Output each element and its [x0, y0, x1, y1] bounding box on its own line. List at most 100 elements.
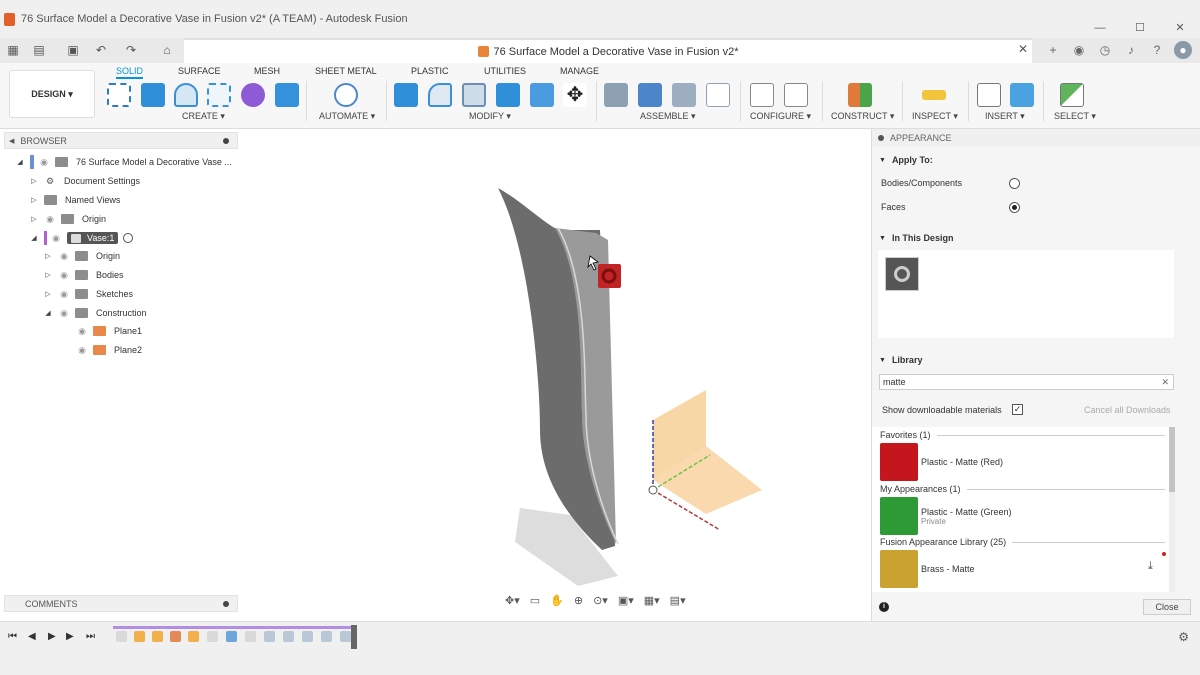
expanded-triangle-icon[interactable]: ◢: [44, 309, 52, 317]
tree-item-construction[interactable]: ◢ ◉ Construction: [44, 305, 147, 321]
design-appearance-thumbnail[interactable]: [885, 257, 919, 291]
bodies-components-radio[interactable]: [1009, 178, 1020, 189]
visibility-eye-icon[interactable]: ◉: [58, 270, 70, 280]
visibility-eye-icon[interactable]: ◉: [58, 289, 70, 299]
pan-hand-icon[interactable]: ✋: [550, 594, 564, 607]
tree-item-plane2[interactable]: ◉ Plane2: [76, 342, 142, 358]
go-to-end-icon[interactable]: ⏭: [86, 631, 95, 642]
box-primitive-icon[interactable]: [275, 83, 299, 107]
timeline-feature[interactable]: [170, 631, 181, 642]
scrollbar-thumb[interactable]: [1169, 427, 1175, 492]
timeline-surface-feature[interactable]: [340, 631, 351, 642]
file-menu-icon[interactable]: ▤: [32, 43, 46, 57]
tree-item-vase-origin[interactable]: ▷ ◉ Origin: [44, 248, 120, 264]
timeline-surface-feature[interactable]: [226, 631, 237, 642]
new-component-icon[interactable]: [604, 83, 628, 107]
select-group-label[interactable]: SELECT ▾: [1054, 111, 1096, 122]
faces-radio[interactable]: [1009, 202, 1020, 213]
close-window-button[interactable]: ✕: [1160, 0, 1200, 38]
insert-group-label[interactable]: INSERT ▾: [985, 111, 1025, 122]
timeline-sketch-feature[interactable]: [245, 631, 256, 642]
automate-group-label[interactable]: AUTOMATE ▾: [319, 111, 375, 122]
library-item-brass-matte[interactable]: Brass - Matte ⤓: [880, 550, 1166, 590]
create-group-label[interactable]: CREATE ▾: [182, 111, 225, 122]
visibility-eye-icon[interactable]: ◉: [76, 326, 88, 336]
joint-origin-icon[interactable]: [706, 83, 730, 107]
orbit-icon[interactable]: ✥▾: [505, 594, 520, 607]
move-copy-icon[interactable]: ✥: [563, 83, 587, 107]
insert-image-icon[interactable]: [1010, 83, 1034, 107]
appearance-header[interactable]: APPEARANCE: [872, 129, 1200, 146]
look-at-icon[interactable]: ▭: [530, 594, 540, 607]
help-icon[interactable]: ?: [1148, 41, 1166, 59]
tree-item-named-views[interactable]: ▷ Named Views: [30, 192, 120, 208]
expanded-triangle-icon[interactable]: ▼: [879, 357, 886, 364]
select-icon[interactable]: [1060, 83, 1084, 107]
close-button[interactable]: Close: [1143, 599, 1191, 615]
expanded-triangle-icon[interactable]: ▼: [879, 157, 886, 164]
tab-plastic[interactable]: PLASTIC: [411, 66, 449, 76]
collapsed-triangle-icon[interactable]: ▷: [30, 215, 38, 223]
in-this-design-section[interactable]: ▼ In This Design: [872, 233, 953, 243]
collapsed-triangle-icon[interactable]: ▷: [30, 196, 38, 204]
fusion-library-heading[interactable]: Fusion Appearance Library (25): [880, 537, 1165, 547]
maximize-button[interactable]: ☐: [1120, 0, 1160, 38]
zoom-icon[interactable]: ⊕: [574, 594, 583, 607]
browser-header[interactable]: ◀ BROWSER: [4, 132, 238, 149]
timeline-surface-feature[interactable]: [264, 631, 275, 642]
notifications-bell-icon[interactable]: ♪: [1122, 41, 1140, 59]
timeline-sketch-feature[interactable]: [207, 631, 218, 642]
collapsed-triangle-icon[interactable]: ▷: [30, 177, 38, 185]
tree-item-document-settings[interactable]: ▷ ⚙ Document Settings: [30, 173, 140, 189]
timeline-surface-feature[interactable]: [283, 631, 294, 642]
pin-dot-icon[interactable]: [223, 138, 229, 144]
library-scrollbar[interactable]: [1169, 427, 1175, 592]
apply-to-section[interactable]: ▼ Apply To:: [872, 155, 933, 165]
assemble-group-label[interactable]: ASSEMBLE ▾: [640, 111, 696, 122]
modify-group-label[interactable]: MODIFY ▾: [469, 111, 511, 122]
redo-icon[interactable]: ↷: [124, 43, 138, 57]
extensions-icon[interactable]: ◉: [1070, 41, 1088, 59]
step-forward-icon[interactable]: ▶: [66, 631, 74, 642]
measure-icon[interactable]: [922, 90, 946, 100]
tab-surface[interactable]: SURFACE: [178, 66, 221, 76]
viewport-canvas[interactable]: [240, 130, 868, 618]
tree-item-origin[interactable]: ▷ ◉ Origin: [30, 211, 106, 227]
tree-item-plane1[interactable]: ◉ Plane1: [76, 323, 142, 339]
expanded-triangle-icon[interactable]: ◢: [16, 158, 24, 166]
close-tab-icon[interactable]: ✕: [1018, 42, 1028, 56]
download-icon[interactable]: ⤓: [1148, 560, 1153, 573]
timeline-surface-feature[interactable]: [302, 631, 313, 642]
tab-sheet-metal[interactable]: SHEET METAL: [315, 66, 377, 76]
library-section[interactable]: ▼ Library: [872, 355, 922, 365]
tab-solid[interactable]: SOLID: [116, 66, 144, 79]
show-downloadable-checkbox[interactable]: ✓: [1012, 404, 1023, 415]
visibility-eye-icon[interactable]: ◉: [58, 308, 70, 318]
tab-mesh[interactable]: MESH: [254, 66, 280, 76]
timeline-plane-feature[interactable]: [152, 631, 163, 642]
configure-icon[interactable]: [750, 83, 774, 107]
library-item-plastic-matte-green[interactable]: Plastic - Matte (Green) Private: [880, 497, 1165, 537]
visibility-eye-icon[interactable]: ◉: [76, 345, 88, 355]
activate-radio-icon[interactable]: [123, 233, 134, 243]
joint-icon[interactable]: [638, 83, 662, 107]
favorites-heading[interactable]: Favorites (1): [880, 430, 1165, 440]
offset-face-icon[interactable]: [530, 83, 554, 107]
construct-group-label[interactable]: CONSTRUCT ▾: [831, 111, 894, 122]
collapsed-triangle-icon[interactable]: ▷: [44, 290, 52, 298]
undo-icon[interactable]: ↶: [94, 43, 108, 57]
visibility-eye-icon[interactable]: ◉: [44, 214, 56, 224]
collapse-triangle-icon[interactable]: ◀: [9, 137, 14, 145]
fillet-icon[interactable]: [428, 83, 452, 107]
visibility-eye-icon[interactable]: ◉: [38, 157, 50, 167]
viewports-icon[interactable]: ▤▾: [670, 594, 686, 607]
construct-plane-icon[interactable]: [848, 83, 872, 107]
go-to-start-icon[interactable]: ⏮: [8, 631, 17, 642]
3d-viewport[interactable]: [240, 130, 868, 618]
shell-icon[interactable]: [462, 83, 486, 107]
new-tab-plus-icon[interactable]: +: [1044, 41, 1062, 59]
data-panel-grid-icon[interactable]: ▦: [6, 43, 20, 57]
library-item-plastic-matte-red[interactable]: Plastic - Matte (Red): [880, 443, 1165, 483]
expanded-triangle-icon[interactable]: ▼: [879, 235, 886, 242]
tree-root[interactable]: ◢ ◉ 76 Surface Model a Decorative Vase .…: [16, 154, 232, 170]
